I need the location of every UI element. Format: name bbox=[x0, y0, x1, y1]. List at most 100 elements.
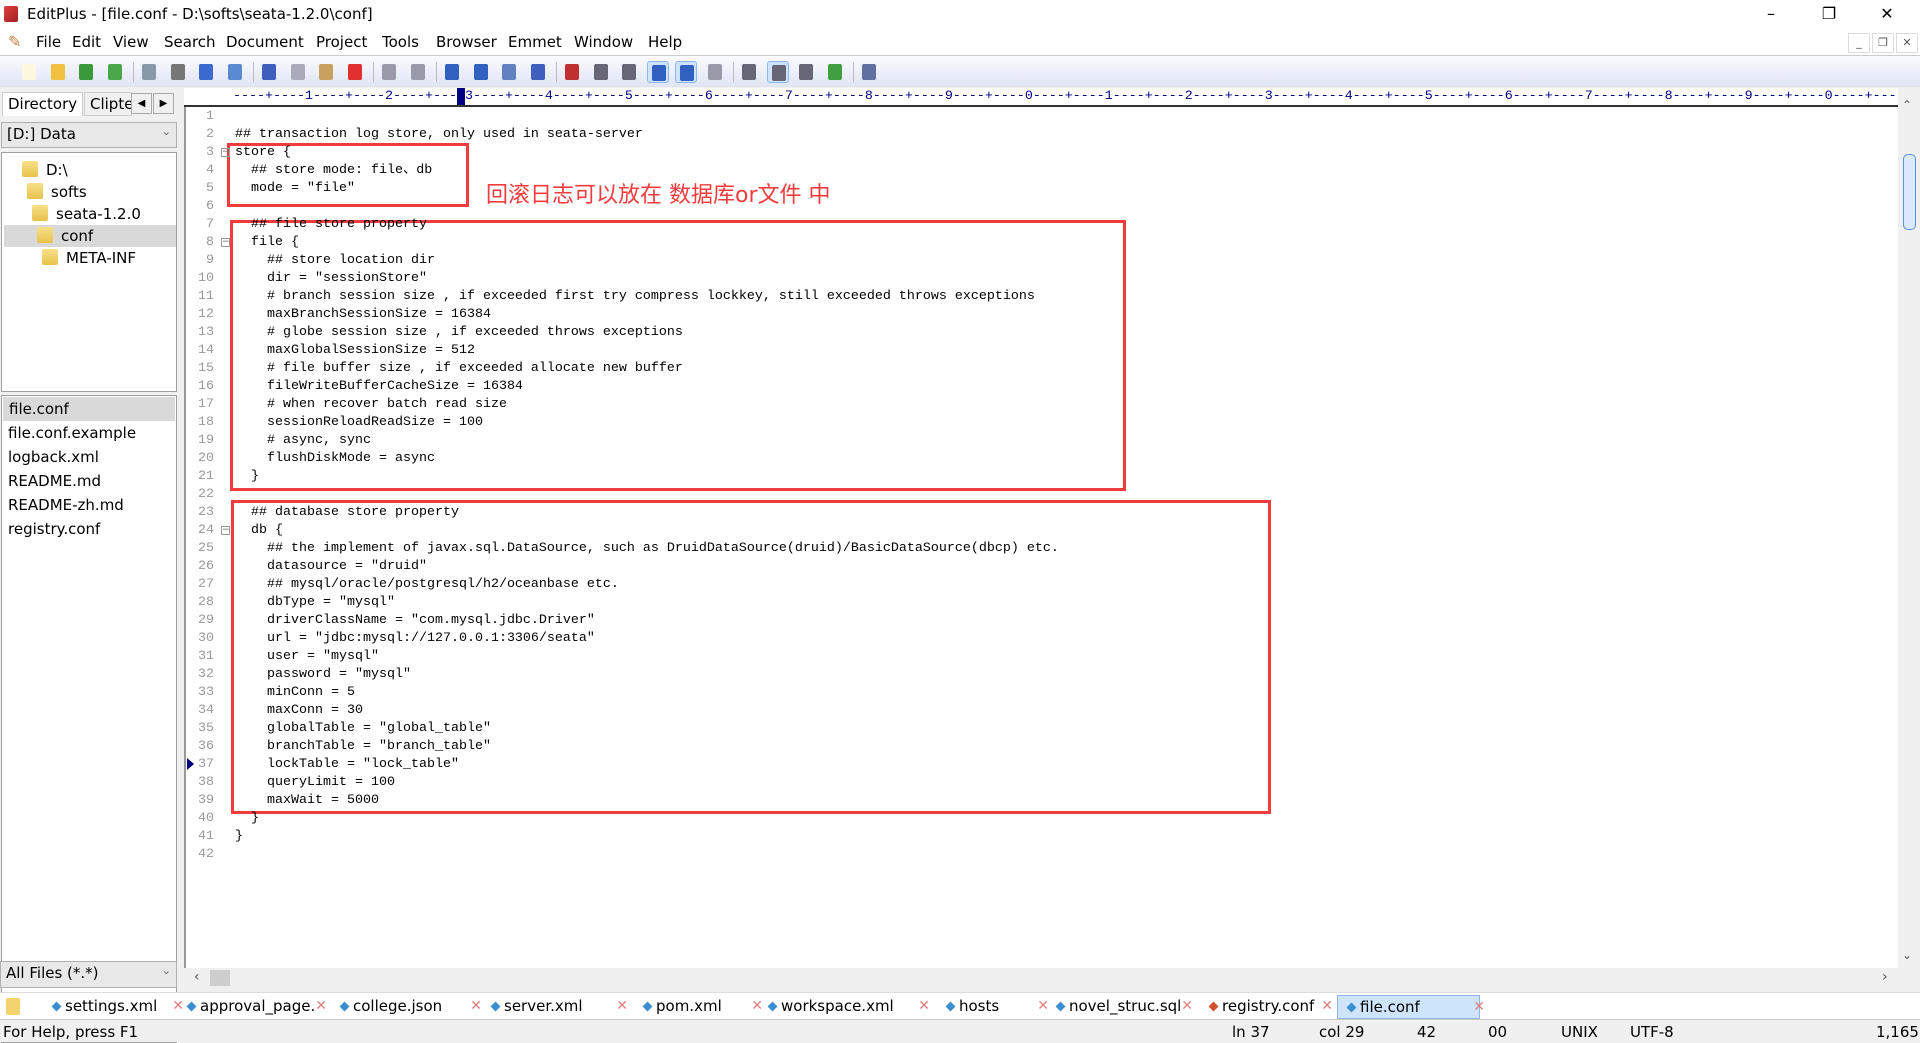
menu-document[interactable]: Document bbox=[226, 33, 304, 51]
close-tab-icon[interactable]: ✕ bbox=[315, 995, 327, 1017]
undo-button[interactable] bbox=[378, 61, 400, 83]
help-button[interactable] bbox=[858, 61, 880, 83]
scroll-right-icon[interactable]: › bbox=[1882, 969, 1888, 985]
menu-emmet[interactable]: Emmet bbox=[508, 33, 562, 51]
doc-tab[interactable]: novel_struc.sql ✕ bbox=[1047, 995, 1193, 1019]
file-list-item[interactable]: file.conf bbox=[3, 397, 175, 421]
doc-minimize-button[interactable]: _ bbox=[1848, 33, 1870, 53]
code-line[interactable]: flushDiskMode = async bbox=[235, 450, 435, 468]
browser-preview-button[interactable] bbox=[224, 61, 246, 83]
doc-tab[interactable]: hosts ✕ bbox=[937, 995, 1049, 1019]
file-list[interactable]: file.conf file.conf.example logback.xml REA… bbox=[1, 395, 177, 1043]
fullscreen-button[interactable] bbox=[824, 61, 846, 83]
menu-tools[interactable]: Tools bbox=[382, 33, 419, 51]
cut-button[interactable] bbox=[258, 61, 280, 83]
code-line[interactable]: lockTable = "lock_table" bbox=[235, 756, 459, 774]
print-button[interactable] bbox=[167, 61, 189, 83]
code-line[interactable]: } bbox=[235, 468, 259, 486]
doc-tab[interactable]: college.json ✕ bbox=[331, 995, 482, 1019]
vertical-scrollbar[interactable]: ⌃ ⌄ bbox=[1898, 96, 1920, 968]
code-line[interactable]: sessionReloadReadSize = 100 bbox=[235, 414, 483, 432]
code-line[interactable]: ## store mode: file、db bbox=[235, 162, 432, 180]
code-line[interactable]: dbType = "mysql" bbox=[235, 594, 395, 612]
code-line[interactable]: fileWriteBufferCacheSize = 16384 bbox=[235, 378, 523, 396]
doc-close-button[interactable]: ✕ bbox=[1896, 33, 1918, 53]
code-line[interactable]: globalTable = "global_table" bbox=[235, 720, 491, 738]
code-line[interactable]: maxConn = 30 bbox=[235, 702, 363, 720]
replace-button[interactable] bbox=[470, 61, 492, 83]
menu-search[interactable]: Search bbox=[164, 33, 216, 51]
status-eol[interactable]: UNIX bbox=[1561, 1023, 1598, 1041]
code-line[interactable]: } bbox=[235, 810, 259, 828]
fold-toggle-icon[interactable]: − bbox=[221, 526, 230, 535]
output-window-button[interactable] bbox=[795, 61, 817, 83]
code-line[interactable]: } bbox=[235, 828, 243, 846]
code-line[interactable]: branchTable = "branch_table" bbox=[235, 738, 491, 756]
code-line[interactable]: # file buffer size , if exceeded allocat… bbox=[235, 360, 683, 378]
doc-tab[interactable]: settings.xml ✕ bbox=[43, 995, 184, 1019]
tab-scroll-left-button[interactable]: ◀ bbox=[131, 93, 152, 114]
scroll-left-icon[interactable]: ‹ bbox=[194, 969, 200, 985]
menu-project[interactable]: Project bbox=[316, 33, 367, 51]
menu-browser[interactable]: Browser bbox=[436, 33, 497, 51]
menu-file[interactable]: File bbox=[36, 33, 61, 51]
hscroll-thumb[interactable] bbox=[210, 970, 230, 986]
save-button[interactable] bbox=[75, 61, 97, 83]
save-all-button[interactable] bbox=[104, 61, 126, 83]
find-button[interactable] bbox=[441, 61, 463, 83]
doc-restore-button[interactable]: ❐ bbox=[1872, 33, 1894, 53]
delete-button[interactable] bbox=[344, 61, 366, 83]
copy-button[interactable] bbox=[287, 61, 309, 83]
spell-check-button[interactable] bbox=[195, 61, 217, 83]
folder-tree[interactable]: D:\ softs seata-1.2.0 conf META-INF bbox=[1, 152, 177, 392]
code-editor[interactable]: 1 2 ## transaction log store, only used in… bbox=[184, 107, 1898, 968]
code-line[interactable]: maxGlobalSessionSize = 512 bbox=[235, 342, 475, 360]
code-line[interactable]: # when recover batch read size bbox=[235, 396, 507, 414]
code-line[interactable]: maxWait = 5000 bbox=[235, 792, 379, 810]
doc-tab[interactable]: file.conf ✕ bbox=[1337, 995, 1485, 1019]
menu-window[interactable]: Window bbox=[574, 33, 633, 51]
horizontal-scrollbar[interactable]: ‹ › bbox=[184, 968, 1898, 988]
scrollbar-thumb[interactable] bbox=[1903, 154, 1916, 230]
file-filter-select[interactable]: All Files (*.*) ⌄ bbox=[0, 961, 177, 988]
new-file-button[interactable] bbox=[18, 61, 40, 83]
directory-window-button[interactable] bbox=[738, 61, 760, 83]
close-tab-icon[interactable]: ✕ bbox=[1473, 996, 1485, 1018]
doc-tab[interactable]: registry.conf ✕ bbox=[1200, 995, 1333, 1019]
close-tab-icon[interactable]: ✕ bbox=[1181, 995, 1193, 1017]
close-tab-icon[interactable]: ✕ bbox=[616, 995, 628, 1017]
tree-folder[interactable]: META-INF bbox=[42, 247, 136, 269]
code-line[interactable]: ## mysql/oracle/postgresql/h2/oceanbase … bbox=[235, 576, 619, 594]
cliptext-window-button[interactable] bbox=[766, 61, 789, 83]
fold-toggle-icon[interactable]: − bbox=[221, 238, 230, 247]
code-line[interactable]: dir = "sessionStore" bbox=[235, 270, 427, 288]
code-line[interactable]: driverClassName = "com.mysql.jdbc.Driver… bbox=[235, 612, 595, 630]
menu-help[interactable]: Help bbox=[648, 33, 682, 51]
menu-view[interactable]: View bbox=[113, 33, 149, 51]
code-line[interactable]: ## the implement of javax.sql.DataSource… bbox=[235, 540, 1059, 558]
close-tab-icon[interactable]: ✕ bbox=[470, 995, 482, 1017]
code-line[interactable]: ## store location dir bbox=[235, 252, 435, 270]
file-list-item[interactable]: registry.conf bbox=[8, 517, 100, 541]
code-line[interactable]: db { bbox=[235, 522, 283, 540]
code-line[interactable]: url = "jdbc:mysql://127.0.0.1:3306/seata… bbox=[235, 630, 595, 648]
code-line[interactable]: store { bbox=[235, 144, 291, 162]
code-line[interactable]: datasource = "druid" bbox=[235, 558, 427, 576]
settings-button[interactable] bbox=[704, 61, 726, 83]
code-line[interactable]: file { bbox=[235, 234, 299, 252]
doc-tab[interactable]: approval_page. ✕ bbox=[178, 995, 327, 1019]
close-tab-icon[interactable]: ✕ bbox=[918, 995, 930, 1017]
code-line[interactable]: ## file store property bbox=[235, 216, 427, 234]
code-line[interactable]: maxBranchSessionSize = 16384 bbox=[235, 306, 491, 324]
code-line[interactable]: ## transaction log store, only used in s… bbox=[235, 126, 643, 144]
scroll-up-icon[interactable]: ⌃ bbox=[1902, 98, 1912, 112]
scroll-down-icon[interactable]: ⌄ bbox=[1902, 948, 1912, 962]
tab-cliptext[interactable]: Clipte bbox=[84, 92, 132, 116]
tab-scroll-right-button[interactable]: ▶ bbox=[153, 93, 174, 114]
menu-edit[interactable]: Edit bbox=[72, 33, 101, 51]
line-number-button[interactable] bbox=[646, 61, 669, 83]
doc-tab[interactable]: workspace.xml ✕ bbox=[759, 995, 930, 1019]
close-tab-icon[interactable]: ✕ bbox=[1321, 995, 1333, 1017]
open-button[interactable] bbox=[47, 61, 69, 83]
file-list-item[interactable]: README-zh.md bbox=[8, 493, 124, 517]
